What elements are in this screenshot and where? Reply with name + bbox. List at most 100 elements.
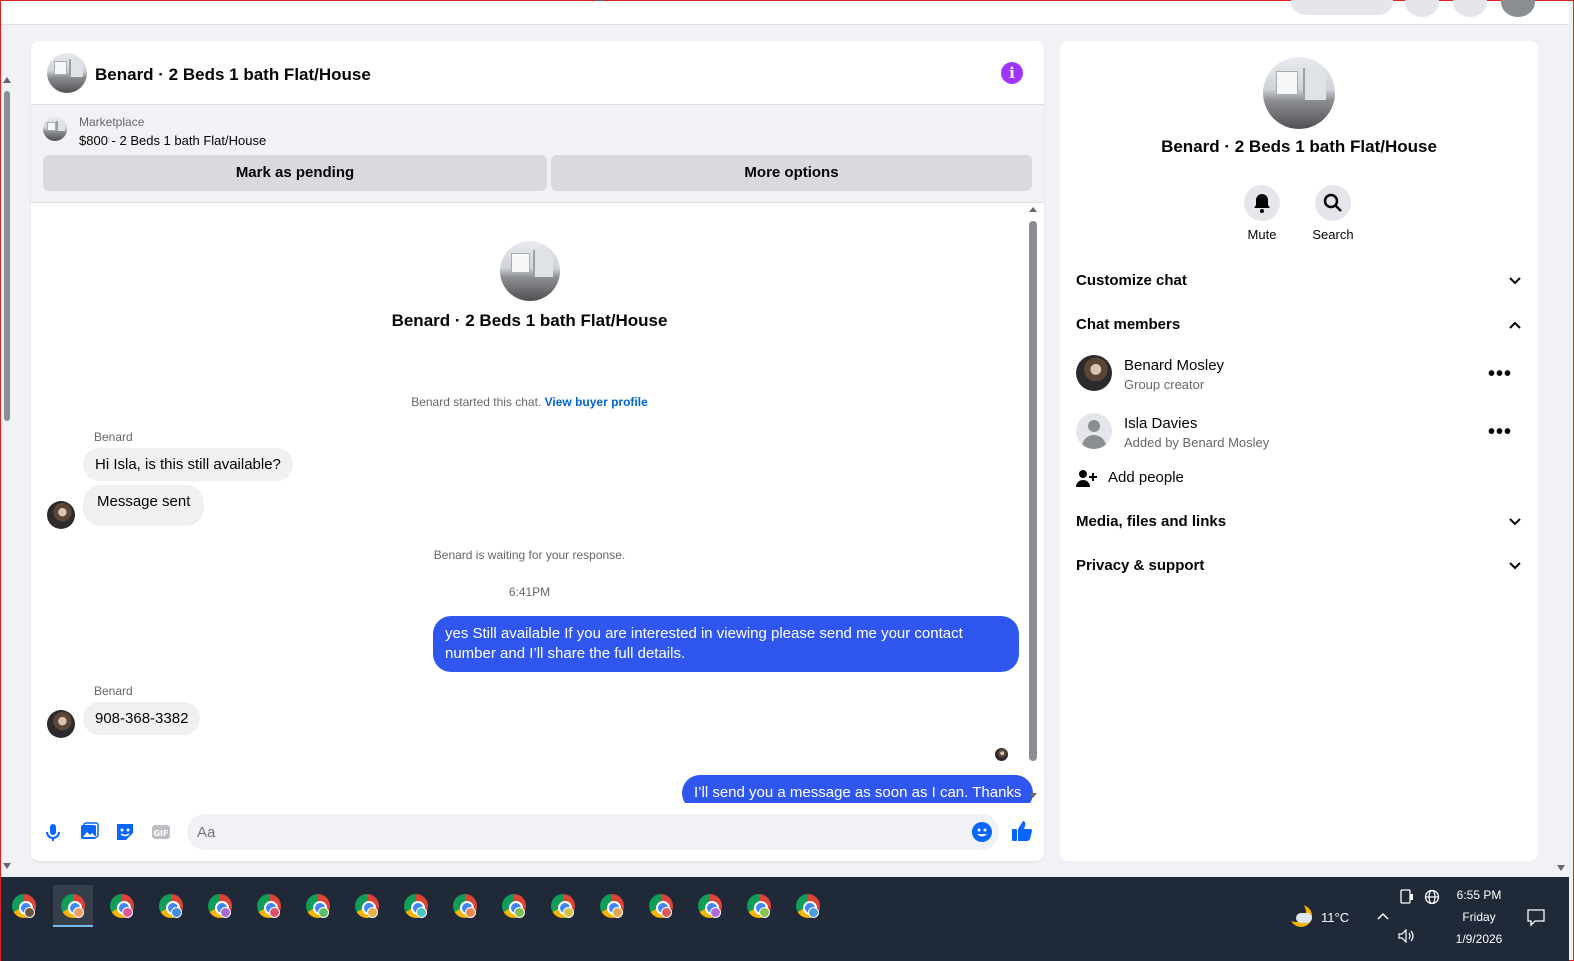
message-scroll-thumb[interactable] (1029, 221, 1037, 761)
conversation-avatar[interactable] (1263, 57, 1335, 129)
member-row[interactable]: Benard Mosley Group creator ••• (1076, 355, 1522, 399)
sender-avatar[interactable] (47, 710, 75, 738)
taskbar-chrome-app[interactable] (641, 885, 681, 927)
mute-button[interactable] (1244, 185, 1280, 221)
gif-icon[interactable]: GIF (150, 821, 172, 843)
taskbar-chrome-app[interactable] (396, 885, 436, 927)
incoming-message[interactable]: Message sent (83, 485, 205, 526)
privacy-support-row[interactable]: Privacy & support (1076, 551, 1522, 583)
message-input[interactable] (187, 814, 999, 850)
clock-date[interactable]: 1/9/2026 (1449, 932, 1509, 946)
profile-badge-icon (612, 907, 623, 918)
taskbar-chrome-app[interactable] (249, 885, 289, 927)
search-button[interactable] (1315, 185, 1351, 221)
chat-started-text: Benard started this chat. (411, 395, 542, 409)
scroll-up-arrow-icon[interactable] (3, 77, 11, 83)
page-scrollbar[interactable] (3, 75, 11, 875)
profile-badge-icon (514, 907, 525, 918)
notifications-icon[interactable] (1527, 909, 1545, 927)
marketplace-nav-icon[interactable] (457, 0, 479, 7)
device-icon[interactable] (1400, 889, 1414, 905)
taskbar-chrome-app[interactable] (347, 885, 387, 927)
clock-time[interactable]: 6:55 PM (1449, 888, 1509, 902)
outgoing-message[interactable]: I’ll send you a message as soon as I can… (682, 775, 1034, 803)
profile-badge-icon (808, 907, 819, 918)
network-globe-icon[interactable] (1424, 889, 1440, 905)
taskbar-chrome-app[interactable] (102, 885, 142, 927)
scroll-down-arrow-icon[interactable] (1557, 865, 1565, 871)
message-scrollbar[interactable] (1028, 207, 1038, 801)
listing-avatar[interactable] (47, 53, 87, 93)
taskbar-chrome-app[interactable] (53, 885, 93, 927)
default-avatar-icon[interactable] (1076, 413, 1112, 449)
mark-as-pending-button[interactable]: Mark as pending (43, 155, 547, 191)
taskbar-chrome-app[interactable] (200, 885, 240, 927)
taskbar-chrome-app[interactable] (298, 885, 338, 927)
scroll-up-arrow-icon[interactable] (1029, 207, 1037, 212)
weather-moon-icon[interactable] (1286, 902, 1312, 927)
message-composer: GIF (31, 813, 1044, 853)
chat-intro-avatar[interactable] (500, 241, 560, 301)
taskbar-chrome-app[interactable] (592, 885, 632, 927)
taskbar-chrome-app[interactable] (151, 885, 191, 927)
taskbar-chrome-app[interactable] (494, 885, 534, 927)
volume-icon[interactable] (1398, 929, 1416, 943)
account-avatar[interactable] (1501, 0, 1535, 17)
like-thumbs-up-icon[interactable] (1010, 819, 1034, 843)
chat-members-row[interactable]: Chat members (1076, 310, 1522, 342)
more-options-icon[interactable]: ••• (1488, 421, 1512, 444)
gaming-nav-icon[interactable] (731, 0, 753, 7)
more-options-button[interactable]: More options (551, 155, 1032, 191)
search-label: Search (1312, 227, 1354, 242)
taskbar-chrome-app[interactable] (690, 885, 730, 927)
search-action[interactable]: Search (1303, 185, 1363, 242)
chevron-down-icon (1509, 277, 1521, 285)
listing-title[interactable]: $800 - 2 Beds 1 bath Flat/House (79, 133, 266, 148)
microphone-icon[interactable] (42, 821, 64, 843)
profile-badge-icon (563, 907, 574, 918)
clock-day[interactable]: Friday (1449, 910, 1509, 924)
more-options-icon[interactable]: ••• (1488, 363, 1512, 386)
add-people-row[interactable]: Add people (1076, 463, 1522, 495)
sender-avatar[interactable] (47, 501, 75, 529)
groups-nav-icon[interactable] (593, 0, 615, 7)
scroll-down-arrow-icon[interactable] (3, 863, 11, 869)
marketplace-listing-bar: Marketplace $800 - 2 Beds 1 bath Flat/Ho… (31, 105, 1044, 203)
outgoing-message[interactable]: yes Still available If you are intereste… (433, 616, 1019, 672)
messenger-icon[interactable] (1453, 0, 1487, 17)
weather-temperature[interactable]: 11°C (1321, 910, 1349, 925)
member-name[interactable]: Benard Mosley (1124, 357, 1224, 374)
mute-action[interactable]: Mute (1232, 185, 1292, 242)
customize-chat-row[interactable]: Customize chat (1076, 266, 1522, 298)
view-buyer-profile-link[interactable]: View buyer profile (545, 395, 648, 409)
taskbar-chrome-app[interactable] (445, 885, 485, 927)
member-row[interactable]: Isla Davies Added by Benard Mosley ••• (1076, 413, 1522, 457)
show-hidden-icons-chevron-icon[interactable] (1376, 911, 1390, 921)
listing-thumbnail[interactable] (43, 117, 67, 141)
profile-badge-icon (367, 907, 378, 918)
emoji-icon[interactable] (971, 821, 993, 843)
taskbar-chrome-app[interactable] (543, 885, 583, 927)
privacy-support-label: Privacy & support (1076, 557, 1205, 574)
taskbar-chrome-app[interactable] (788, 885, 828, 927)
media-files-links-row[interactable]: Media, files and links (1076, 507, 1522, 539)
svg-text:GIF: GIF (153, 829, 168, 838)
profile-badge-icon (661, 907, 672, 918)
incoming-message[interactable]: 908-368-3382 (83, 702, 201, 735)
taskbar-chrome-app[interactable] (4, 885, 44, 927)
sticker-icon[interactable] (114, 821, 136, 843)
member-avatar[interactable] (1076, 355, 1112, 391)
profile-badge-icon (220, 907, 231, 918)
chat-title[interactable]: Benard · 2 Beds 1 bath Flat/House (95, 65, 371, 85)
photo-icon[interactable] (78, 821, 100, 843)
member-name[interactable]: Isla Davies (1124, 415, 1197, 432)
member-role: Group creator (1124, 377, 1205, 392)
scroll-down-arrow-icon[interactable] (1029, 793, 1037, 798)
page-scroll-thumb[interactable] (4, 91, 10, 421)
find-friends-button[interactable] (1291, 0, 1393, 15)
menu-grid-icon[interactable] (1405, 0, 1439, 17)
incoming-message[interactable]: Hi Isla, is this still available? (83, 448, 293, 481)
chat-members-label: Chat members (1076, 316, 1181, 333)
taskbar-chrome-app[interactable] (739, 885, 779, 927)
info-icon[interactable]: i (1001, 62, 1023, 84)
